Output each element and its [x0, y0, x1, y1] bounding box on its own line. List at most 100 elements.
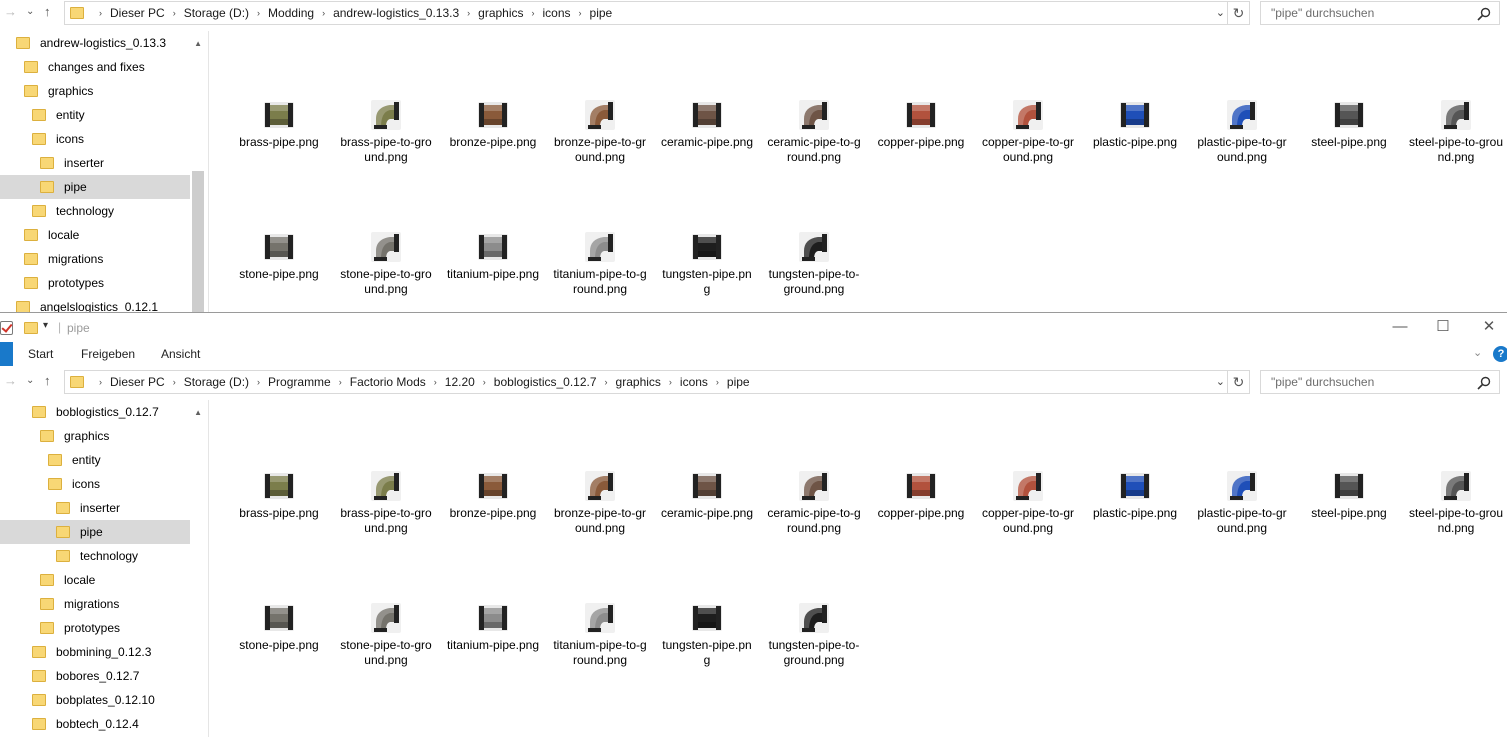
- scroll-thumb[interactable]: [192, 171, 204, 312]
- nav-item[interactable]: boblogistics_0.12.7: [0, 400, 190, 424]
- nav-item[interactable]: pipe: [0, 175, 190, 199]
- refresh-button[interactable]: ↻: [1228, 1, 1250, 25]
- recent-locations-chevron-icon[interactable]: ⌄: [26, 369, 34, 393]
- navigation-pane[interactable]: andrew-logistics_0.13.3 changes and fixes…: [0, 31, 206, 312]
- breadcrumb-item[interactable]: Storage (D:): [184, 375, 249, 389]
- breadcrumb-separator-icon[interactable]: ›: [99, 377, 102, 387]
- nav-item[interactable]: migrations: [0, 592, 190, 616]
- nav-item[interactable]: prototypes: [0, 271, 190, 295]
- breadcrumb-item[interactable]: boblogistics_0.12.7: [494, 375, 597, 389]
- nav-item[interactable]: technology: [0, 199, 190, 223]
- forward-arrow-icon[interactable]: →: [4, 369, 17, 393]
- recent-locations-chevron-icon[interactable]: ⌄: [26, 0, 34, 24]
- nav-item[interactable]: entity: [0, 448, 190, 472]
- tab-ansicht[interactable]: Ansicht: [161, 347, 200, 361]
- breadcrumb-item[interactable]: 12.20: [445, 375, 475, 389]
- refresh-button[interactable]: ↻: [1228, 370, 1250, 394]
- nav-item[interactable]: graphics: [0, 79, 190, 103]
- breadcrumb-separator-icon[interactable]: ›: [605, 377, 608, 387]
- address-field[interactable]: › Dieser PC › Storage (D:) › Modding › andrew-l…: [64, 1, 1228, 25]
- minimize-button[interactable]: —: [1390, 317, 1410, 337]
- nav-item[interactable]: angelslogistics_0.12.1: [0, 295, 190, 312]
- nav-item[interactable]: prototypes: [0, 616, 190, 640]
- expand-ribbon-chevron-icon[interactable]: ⌄: [1473, 346, 1482, 359]
- close-button[interactable]: ✕: [1479, 317, 1499, 337]
- breadcrumb-item[interactable]: Dieser PC: [110, 6, 165, 20]
- nav-scrollbar[interactable]: ▲: [190, 400, 206, 737]
- file-list[interactable]: brass-pipe.png brass-pipe-to-ground.png br…: [208, 400, 1507, 737]
- scroll-up-icon[interactable]: ▲: [194, 408, 202, 417]
- nav-scrollbar[interactable]: ▲: [190, 31, 206, 312]
- breadcrumb-separator-icon[interactable]: ›: [257, 377, 260, 387]
- nav-item[interactable]: icons: [0, 472, 190, 496]
- nav-item[interactable]: graphics: [0, 424, 190, 448]
- up-arrow-icon[interactable]: ↑: [44, 369, 51, 393]
- breadcrumb-separator-icon[interactable]: ›: [669, 377, 672, 387]
- breadcrumb-separator-icon[interactable]: ›: [99, 8, 102, 18]
- nav-item[interactable]: bobtech_0.12.4: [0, 712, 190, 736]
- breadcrumb-item[interactable]: graphics: [616, 375, 661, 389]
- folder-icon: [32, 670, 46, 682]
- pipe-thumbnail-icon: [477, 231, 509, 263]
- breadcrumb-separator-icon[interactable]: ›: [467, 8, 470, 18]
- nav-item[interactable]: bobplates_0.12.10: [0, 688, 190, 712]
- breadcrumb-separator-icon[interactable]: ›: [716, 377, 719, 387]
- address-history-chevron-icon[interactable]: ⌄: [1216, 375, 1225, 389]
- nav-item[interactable]: andrew-logistics_0.13.3: [0, 31, 190, 55]
- forward-arrow-icon[interactable]: →: [4, 0, 17, 24]
- nav-item[interactable]: bobmining_0.12.3: [0, 640, 190, 664]
- file-list[interactable]: brass-pipe.png brass-pipe-to-ground.png br…: [208, 31, 1507, 312]
- breadcrumb-item[interactable]: pipe: [590, 6, 613, 20]
- nav-item[interactable]: migrations: [0, 247, 190, 271]
- breadcrumb-separator-icon[interactable]: ›: [257, 8, 260, 18]
- breadcrumb-separator-icon[interactable]: ›: [483, 377, 486, 387]
- breadcrumb-item[interactable]: pipe: [727, 375, 750, 389]
- nav-item[interactable]: bobores_0.12.7: [0, 664, 190, 688]
- breadcrumb-item[interactable]: Storage (D:): [184, 6, 249, 20]
- breadcrumb-separator-icon[interactable]: ›: [339, 377, 342, 387]
- search-icon[interactable]: [1477, 376, 1491, 390]
- tab-freigeben[interactable]: Freigeben: [81, 347, 135, 361]
- breadcrumb-item[interactable]: andrew-logistics_0.13.3: [333, 6, 459, 20]
- breadcrumb: › Dieser PC › Storage (D:) › Modding › andrew-l…: [91, 2, 612, 24]
- new-folder-icon[interactable]: [24, 322, 38, 334]
- breadcrumb-separator-icon[interactable]: ›: [322, 8, 325, 18]
- breadcrumb-item[interactable]: icons: [543, 6, 571, 20]
- maximize-button[interactable]: ☐: [1433, 317, 1453, 337]
- scroll-up-icon[interactable]: ▲: [194, 39, 202, 48]
- pipe-thumbnail-icon: [263, 99, 295, 131]
- nav-item[interactable]: locale: [0, 568, 190, 592]
- breadcrumb-separator-icon[interactable]: ›: [532, 8, 535, 18]
- breadcrumb-separator-icon[interactable]: ›: [173, 8, 176, 18]
- up-arrow-icon[interactable]: ↑: [44, 0, 51, 24]
- breadcrumb-item[interactable]: Dieser PC: [110, 375, 165, 389]
- breadcrumb-separator-icon[interactable]: ›: [434, 377, 437, 387]
- breadcrumb-separator-icon[interactable]: ›: [579, 8, 582, 18]
- nav-item[interactable]: inserter: [0, 496, 190, 520]
- breadcrumb-item[interactable]: graphics: [478, 6, 523, 20]
- address-field[interactable]: › Dieser PC › Storage (D:) › Programme › Factor…: [64, 370, 1228, 394]
- properties-check-icon[interactable]: [0, 321, 13, 335]
- address-history-chevron-icon[interactable]: ⌄: [1216, 6, 1225, 20]
- breadcrumb-item[interactable]: Factorio Mods: [350, 375, 426, 389]
- search-input[interactable]: "pipe" durchsuchen: [1260, 1, 1500, 25]
- nav-item[interactable]: pipe: [0, 520, 190, 544]
- breadcrumb-separator-icon[interactable]: ›: [173, 377, 176, 387]
- tab-start[interactable]: Start: [28, 347, 53, 361]
- file-tab[interactable]: [0, 342, 13, 366]
- breadcrumb-item[interactable]: Modding: [268, 6, 314, 20]
- nav-item[interactable]: icons: [0, 127, 190, 151]
- nav-item[interactable]: locale: [0, 223, 190, 247]
- quick-access-dropdown-icon[interactable]: ▾: [43, 320, 48, 331]
- nav-item[interactable]: technology: [0, 544, 190, 568]
- breadcrumb-item[interactable]: icons: [680, 375, 708, 389]
- nav-item-label: pipe: [64, 180, 87, 194]
- nav-item[interactable]: entity: [0, 103, 190, 127]
- breadcrumb-item[interactable]: Programme: [268, 375, 331, 389]
- search-icon[interactable]: [1477, 7, 1491, 21]
- nav-item[interactable]: changes and fixes: [0, 55, 190, 79]
- navigation-pane[interactable]: boblogistics_0.12.7 graphics entity icons in…: [0, 400, 206, 737]
- nav-item[interactable]: inserter: [0, 151, 190, 175]
- search-input[interactable]: "pipe" durchsuchen: [1260, 370, 1500, 394]
- help-icon[interactable]: ?: [1493, 346, 1507, 362]
